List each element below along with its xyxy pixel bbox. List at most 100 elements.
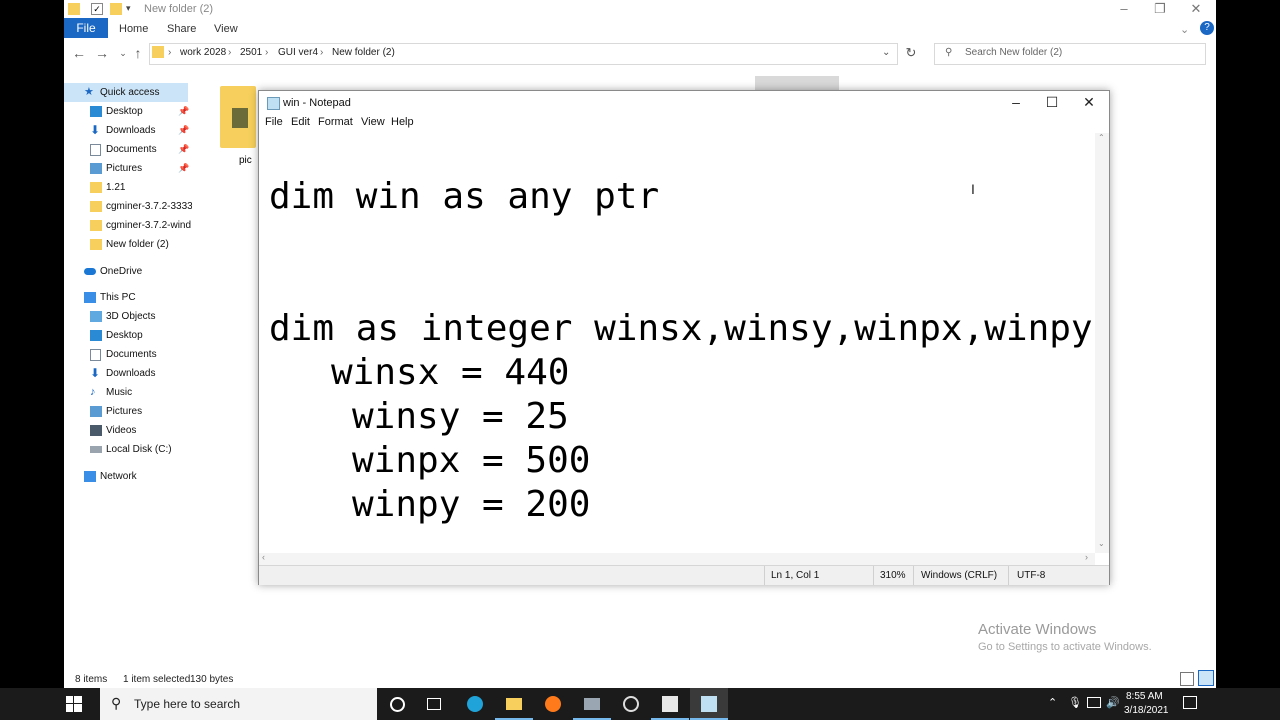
chevron-right-icon[interactable]: › [320,47,323,58]
taskbar-app-editor[interactable] [651,688,689,720]
desktop-icon [90,106,102,117]
properties-icon[interactable]: ✓ [91,3,103,15]
help-icon[interactable]: ? [1200,21,1214,35]
sidebar-item-desktop[interactable]: Desktop 📌 [64,102,192,121]
sidebar-item-network[interactable]: Network [64,467,192,486]
notepad-status-bar: Ln 1, Col 1 310% Windows (CRLF) UTF-8 [259,565,1109,585]
selected-item-highlight[interactable] [755,76,839,90]
taskbar-app-obs[interactable] [612,688,650,720]
taskbar-app-edge[interactable] [456,688,494,720]
taskbar-search-box[interactable]: ⚲ Type here to search [100,688,377,720]
sidebar-item-videos[interactable]: Videos [64,421,192,440]
sidebar-item-local-disk[interactable]: Local Disk (C:) [64,440,192,459]
forward-arrow-icon[interactable]: → [93,44,111,62]
taskbar: ⚲ Type here to search ⌃ 🎙 🔊 [0,688,1280,720]
volume-icon[interactable]: 🔊 [1106,696,1120,709]
large-icons-view-icon[interactable] [1198,670,1214,686]
file-item[interactable] [220,86,260,150]
breadcrumb-item[interactable]: GUI ver4 [278,47,318,58]
sidebar-item-label: Quick access [100,87,160,98]
sidebar-item-documents[interactable]: Documents [64,345,192,364]
sidebar-item-label: Pictures [106,163,143,174]
sidebar-item-desktop[interactable]: Desktop [64,326,192,345]
maximize-button[interactable]: ☐ [1034,91,1070,113]
sidebar-item-3d-objects[interactable]: 3D Objects [64,307,192,326]
menu-view[interactable]: View [361,116,385,128]
breadcrumb-item[interactable]: New folder (2) [332,47,395,58]
firefox-icon [545,696,561,712]
clock-date[interactable]: 3/18/2021 [1124,705,1169,716]
taskbar-app-firefox[interactable] [534,688,572,720]
sidebar-item-downloads[interactable]: ⬇ Downloads [64,364,192,383]
up-arrow-icon[interactable]: ↑ [129,44,147,62]
address-dropdown-icon[interactable]: ⌄ [882,47,890,58]
sidebar-item-folder[interactable]: cgminer-3.7.2-3333 [64,197,192,216]
menu-edit[interactable]: Edit [291,116,310,128]
sidebar-item-pictures[interactable]: Pictures 📌 [64,159,192,178]
address-bar[interactable]: › work 2028 › 2501 › GUI ver4 › New fold… [149,43,898,65]
tab-home[interactable]: Home [119,20,148,38]
menu-bar: File Edit Format View Help [259,113,1109,133]
minimize-button[interactable]: – [1106,0,1142,18]
scroll-up-icon[interactable]: ⌃ [1098,133,1105,142]
details-view-icon[interactable] [1180,672,1194,686]
pin-icon: 📌 [178,125,190,135]
cortana-button[interactable] [378,688,416,720]
file-label: pic [239,155,252,166]
network-icon[interactable] [1087,697,1101,708]
cloud-icon [84,268,96,275]
breadcrumb-item[interactable]: work 2028 [180,47,226,58]
text-editor[interactable]: dim win as any ptr dim as integer winsx,… [259,133,1095,553]
sidebar-item-downloads[interactable]: ⬇ Downloads 📌 [64,121,192,140]
sidebar-item-quick-access[interactable]: ★ Quick access [64,83,188,102]
chevron-right-icon[interactable]: › [168,47,171,58]
chevron-right-icon[interactable]: › [228,47,231,58]
minimize-button[interactable]: – [998,91,1034,113]
explorer-status-bar: 8 items 1 item selected 130 bytes [64,670,1216,688]
tab-file[interactable]: File [64,18,108,38]
window-title: win - Notepad [283,97,351,109]
tab-view[interactable]: View [214,20,238,38]
sidebar-item-onedrive[interactable]: OneDrive [64,262,192,281]
notifications-icon[interactable] [1183,696,1197,709]
start-windows-icon[interactable] [66,696,82,712]
menu-format[interactable]: Format [318,116,353,128]
sidebar-item-folder[interactable]: 1.21 [64,178,192,197]
close-button[interactable]: ✕ [1071,91,1107,113]
microphone-icon[interactable]: 🎙 [1068,696,1082,709]
chevron-right-icon[interactable]: › [265,47,268,58]
notepad-icon [267,97,280,110]
menu-help[interactable]: Help [391,116,414,128]
scroll-left-icon[interactable]: ‹ [262,552,265,562]
sidebar-item-documents[interactable]: Documents 📌 [64,140,192,159]
sidebar-item-music[interactable]: ♪ Music [64,383,192,402]
vertical-scrollbar[interactable]: ⌃ ⌄ [1095,133,1109,553]
menu-file[interactable]: File [265,116,283,128]
restore-button[interactable]: ❐ [1142,0,1178,18]
new-folder-icon[interactable] [110,3,122,15]
computer-icon [84,292,96,303]
scroll-right-icon[interactable]: › [1085,552,1088,562]
sidebar-item-this-pc[interactable]: This PC [64,288,192,307]
tab-share[interactable]: Share [167,20,196,38]
refresh-icon[interactable]: ↻ [902,44,920,62]
search-box[interactable]: ⚲ Search New folder (2) [934,43,1206,65]
breadcrumb-item[interactable]: 2501 [240,47,262,58]
horizontal-scrollbar[interactable]: ‹ › [259,552,1095,565]
taskbar-app-window[interactable] [573,688,611,720]
taskbar-app-file-explorer[interactable] [495,688,533,720]
scroll-down-icon[interactable]: ⌄ [1098,539,1105,548]
taskbar-app-notepad[interactable] [690,688,728,720]
quick-access-dropdown-icon[interactable]: ▾ [126,3,138,15]
sidebar-item-folder[interactable]: cgminer-3.7.2-wind [64,216,192,235]
sidebar-item-folder[interactable]: New folder (2) [64,235,192,254]
back-arrow-icon[interactable]: ← [70,44,88,62]
folder-icon [90,239,102,250]
task-view-button[interactable] [416,688,454,720]
sidebar-item-pictures[interactable]: Pictures [64,402,192,421]
clock-time[interactable]: 8:55 AM [1126,691,1163,702]
close-button[interactable]: ✕ [1178,0,1214,18]
expand-ribbon-icon[interactable]: ⌄ [1180,21,1189,39]
show-hidden-icons-chevron-icon[interactable]: ⌃ [1048,696,1057,709]
desktop-icon [90,330,102,341]
